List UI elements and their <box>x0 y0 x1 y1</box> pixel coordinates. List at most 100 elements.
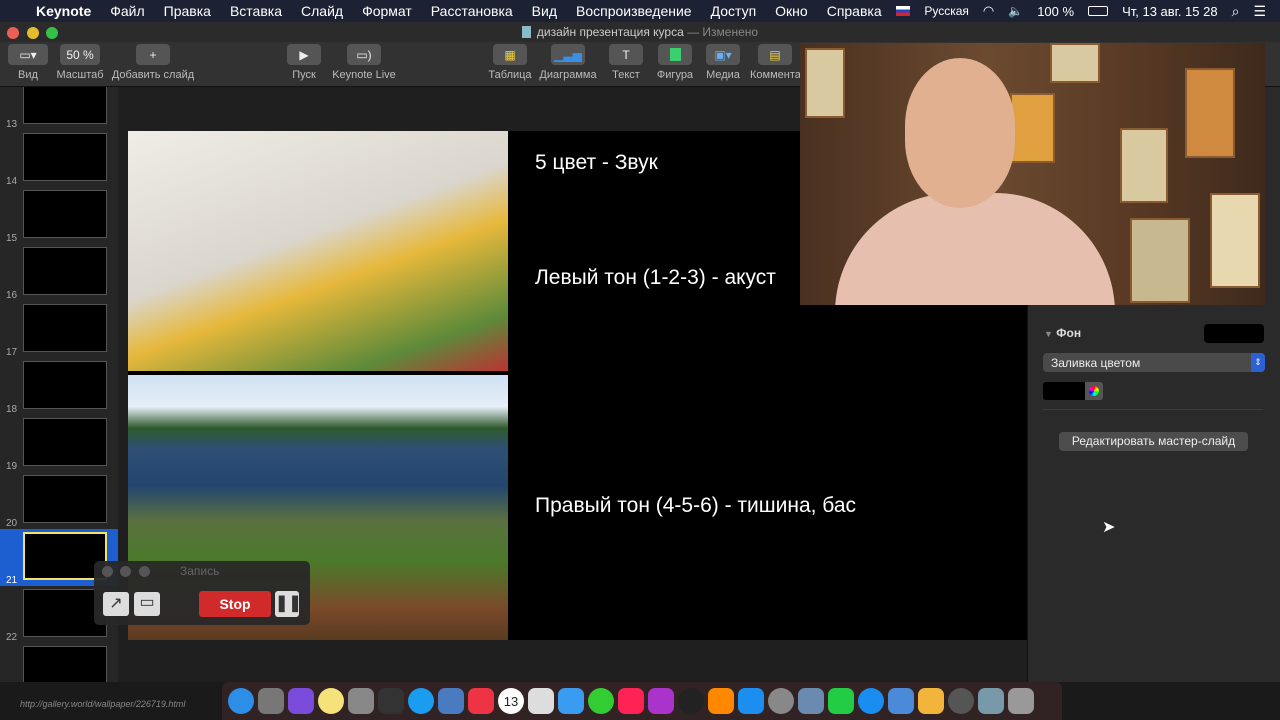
notification-center-icon[interactable]: ☰ <box>1253 3 1266 20</box>
spark-icon[interactable] <box>918 688 944 714</box>
rectangle-tool-icon[interactable]: ▭ <box>134 592 160 616</box>
background-section[interactable]: ▼ Фон <box>1044 326 1081 340</box>
clock[interactable]: Чт, 13 авг. 15 28 <box>1122 4 1218 19</box>
menu-format[interactable]: Формат <box>362 3 412 19</box>
volume-icon[interactable]: 🔈 <box>1008 4 1023 18</box>
slide-thumbnail[interactable]: 14 <box>0 130 118 187</box>
live-label: Keynote Live <box>332 69 396 81</box>
woman-headphones-photo[interactable] <box>128 131 508 371</box>
calendar-icon[interactable]: 13 <box>498 688 524 714</box>
folder-icon[interactable] <box>948 688 974 714</box>
play-icon: ▶ <box>287 44 321 65</box>
slide-text-left-tone[interactable]: Левый тон (1-2-3) - акуст <box>535 266 776 290</box>
slide-thumbnail[interactable]: 23 <box>0 643 118 682</box>
slide-number: 22 <box>6 632 18 643</box>
slide-thumbnail[interactable]: 18 <box>0 358 118 415</box>
slide-thumbnail[interactable]: 19 <box>0 415 118 472</box>
whatsapp-icon[interactable] <box>828 688 854 714</box>
facetime-icon[interactable] <box>588 688 614 714</box>
menu-play[interactable]: Воспроизведение <box>576 3 692 19</box>
background-color-well[interactable] <box>1204 324 1264 343</box>
slide-thumbnail[interactable]: 16 <box>0 244 118 301</box>
slide-number: 21 <box>6 575 18 586</box>
notes-icon[interactable] <box>318 688 344 714</box>
scrivener-icon[interactable] <box>348 688 374 714</box>
launchpad-icon[interactable] <box>258 688 284 714</box>
comment-button[interactable]: ▤ Коммента <box>750 44 800 81</box>
play-button[interactable]: ▶ Пуск <box>284 44 324 81</box>
menu-help[interactable]: Справка <box>827 3 882 19</box>
sidebar-icon: ▭▾ <box>8 44 48 65</box>
pause-icon[interactable]: ❚❚ <box>275 591 302 617</box>
color-wheel-button[interactable] <box>1085 382 1103 400</box>
obs-icon[interactable] <box>378 688 404 714</box>
stop-button[interactable]: Stop <box>199 591 271 617</box>
thumbnail-image <box>23 418 107 466</box>
document-status: — Изменено <box>687 25 759 39</box>
image-capture-icon[interactable] <box>798 688 824 714</box>
apple-tv-icon[interactable] <box>678 688 704 714</box>
keynote-live-button[interactable]: ▭) Keynote Live <box>330 44 398 81</box>
zoom-button[interactable] <box>46 27 58 39</box>
skype-icon[interactable] <box>408 688 434 714</box>
chrome-icon[interactable] <box>468 688 494 714</box>
menu-window[interactable]: Окно <box>775 3 808 19</box>
table-button[interactable]: ▦ Таблица <box>486 44 534 81</box>
media-button[interactable]: ▣▾ Медиа <box>703 44 743 81</box>
menu-arrange[interactable]: Расстановка <box>431 3 513 19</box>
slide-text-title[interactable]: 5 цвет - Звук <box>535 151 658 175</box>
slide-thumbnail[interactable]: 17 <box>0 301 118 358</box>
trash-icon[interactable] <box>1008 688 1034 714</box>
downloads-icon[interactable] <box>978 688 1004 714</box>
thumbnail-image <box>23 475 107 523</box>
textedit-icon[interactable] <box>528 688 554 714</box>
system-preferences-icon[interactable] <box>768 688 794 714</box>
slide-thumbnail[interactable]: 15 <box>0 187 118 244</box>
menu-file[interactable]: Файл <box>110 3 144 19</box>
text-button[interactable]: T Текст <box>606 44 646 81</box>
presenter-body <box>835 193 1115 305</box>
app-store-icon[interactable] <box>738 688 764 714</box>
edit-master-slide-button[interactable]: Редактировать мастер-слайд <box>1059 432 1248 451</box>
menu-insert[interactable]: Вставка <box>230 3 282 19</box>
music-icon[interactable] <box>618 688 644 714</box>
messages-icon[interactable] <box>558 688 584 714</box>
books-icon[interactable] <box>708 688 734 714</box>
slide-thumbnail[interactable]: 13 <box>0 87 118 130</box>
table-icon: ▦ <box>493 44 527 65</box>
siri-icon[interactable] <box>288 688 314 714</box>
minimize-button[interactable] <box>27 27 39 39</box>
podcasts-icon[interactable] <box>648 688 674 714</box>
wifi-icon[interactable]: ◠ <box>983 3 994 19</box>
chart-button[interactable]: ▁▃▅ Диаграмма <box>538 44 598 81</box>
keynote-icon[interactable] <box>888 688 914 714</box>
slide-thumbnail[interactable]: 20 <box>0 472 118 529</box>
view-button[interactable]: ▭▾ Вид <box>8 44 48 81</box>
menu-app[interactable]: Keynote <box>36 3 91 19</box>
flag-icon[interactable] <box>896 6 911 16</box>
fill-type-select[interactable]: Заливка цветом ⇕ <box>1043 353 1265 372</box>
recorder-zoom-button[interactable] <box>139 566 150 577</box>
zoom-select[interactable]: 50 % Масштаб <box>55 44 105 81</box>
fill-color-well[interactable] <box>1043 382 1085 400</box>
menu-share[interactable]: Доступ <box>711 3 757 19</box>
menu-view[interactable]: Вид <box>532 3 557 19</box>
finder-icon[interactable] <box>228 688 254 714</box>
spotlight-icon[interactable]: ⌕ <box>1232 3 1240 20</box>
add-slide-button[interactable]: + Добавить слайд <box>110 44 196 81</box>
recorder-minimize-button[interactable] <box>120 566 131 577</box>
battery-percent[interactable]: 100 % <box>1037 4 1074 19</box>
slide-text-right-tone[interactable]: Правый тон (4-5-6) - тишина, бас <box>535 494 856 518</box>
menu-edit[interactable]: Правка <box>164 3 211 19</box>
preview-icon[interactable] <box>438 688 464 714</box>
arrow-tool-icon[interactable]: ↗ <box>103 592 129 616</box>
menu-slide[interactable]: Слайд <box>301 3 343 19</box>
safari-icon[interactable] <box>858 688 884 714</box>
input-source[interactable]: Русская <box>924 4 969 18</box>
chart-label: Диаграмма <box>539 69 597 81</box>
close-button[interactable] <box>7 27 19 39</box>
shape-button[interactable]: Фигура <box>654 44 696 81</box>
battery-icon[interactable] <box>1088 6 1109 16</box>
thumbnail-image <box>23 361 107 409</box>
recorder-close-button[interactable] <box>102 566 113 577</box>
